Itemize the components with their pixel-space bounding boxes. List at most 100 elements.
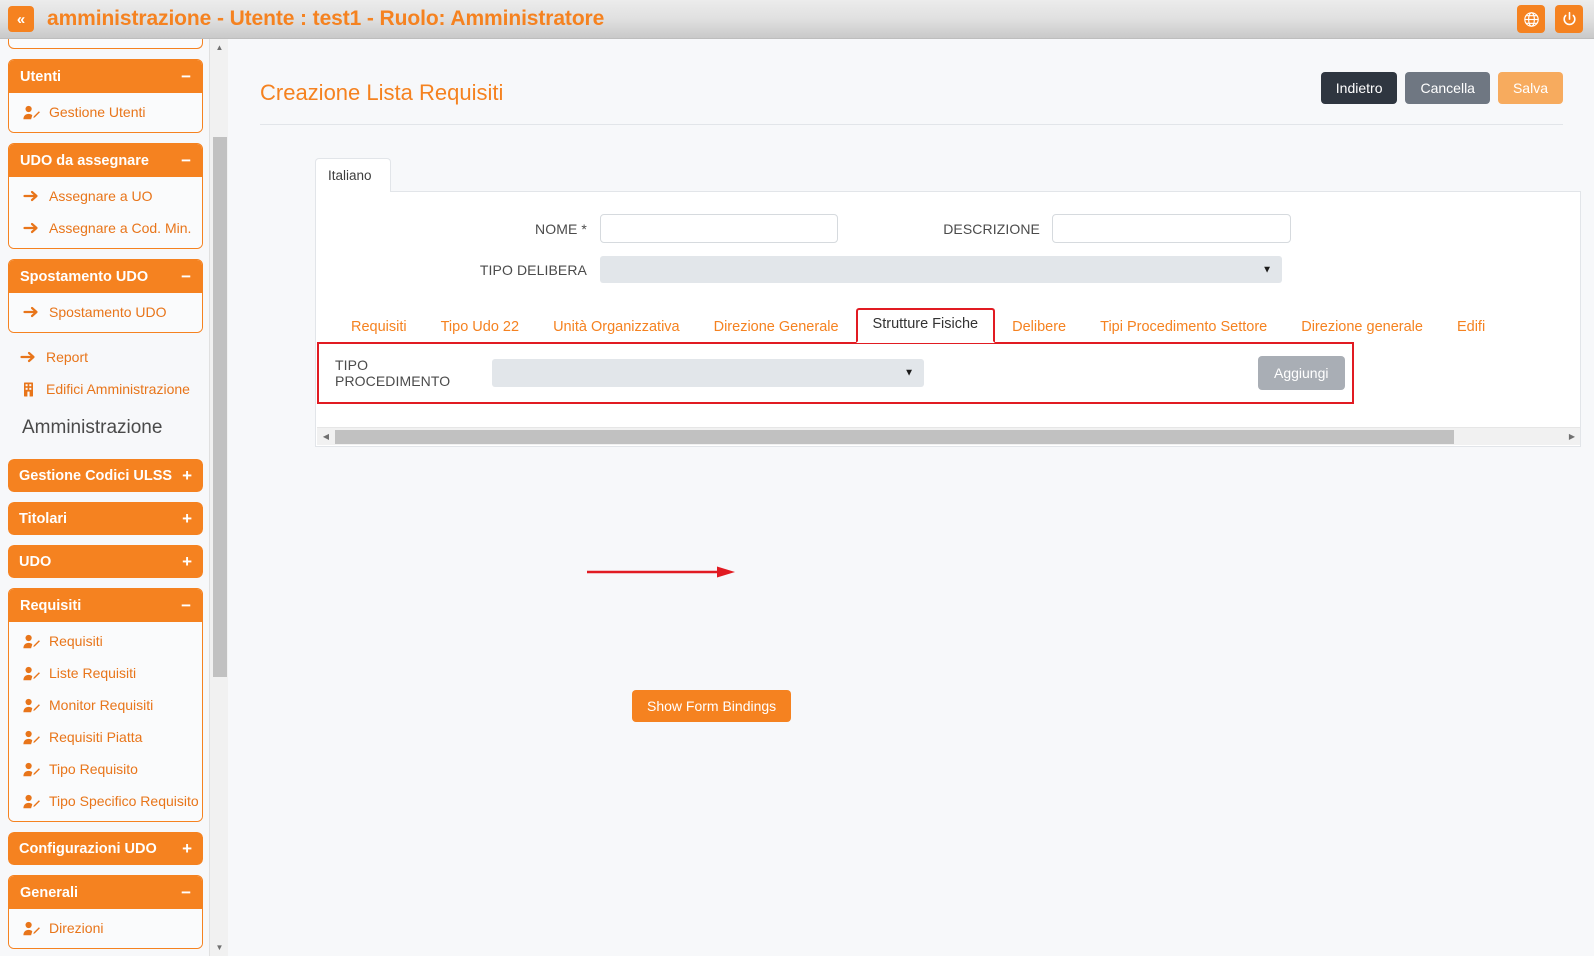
sidebar-item-requisiti[interactable]: Requisiti (9, 625, 202, 657)
sidebar-group-header-spostamento-udo[interactable]: Spostamento UDO − (9, 260, 202, 293)
sidebar-group-list-secondary: Gestione Codici ULSS + Titolari + UDO + Requis… (8, 459, 203, 949)
tab-requisiti[interactable]: Requisiti (334, 313, 424, 343)
sidebar-group-header-utenti[interactable]: Utenti − (9, 60, 202, 93)
tab-strutture-fisiche[interactable]: Strutture Fisiche (855, 308, 996, 343)
app-title: amministrazione - Utente : test1 - Ruolo… (47, 7, 605, 30)
descrizione-label: DESCRIZIONE (943, 220, 1040, 237)
user-edit-icon (23, 698, 40, 713)
sidebar-item-gestione-utenti[interactable]: Gestione Utenti (9, 96, 202, 128)
page-header: Creazione Lista Requisiti Indietro Cance… (260, 68, 1563, 125)
sidebar-scrollbar[interactable]: ▲ ▼ (209, 39, 228, 956)
sidebar-group-requisiti: Requisiti − Requisiti Liste Requisiti Monito… (8, 588, 203, 822)
scroll-down-arrow-icon[interactable]: ▼ (210, 939, 229, 956)
scroll-left-arrow-icon[interactable]: ◀ (317, 428, 335, 445)
sidebar-group-header-generali[interactable]: Generali − (9, 876, 202, 909)
tab-direzione-generale[interactable]: Direzione Generale (697, 313, 856, 343)
scroll-right-arrow-icon[interactable]: ▶ (1563, 428, 1580, 445)
tipo-delibera-select[interactable]: ▼ (600, 256, 1282, 283)
sidebar-group-title: Utenti (20, 68, 62, 85)
salva-button[interactable]: Salva (1497, 72, 1563, 104)
sidebar-group-configurazioni-udo: Configurazioni UDO + (8, 832, 203, 865)
aggiungi-button[interactable]: Aggiungi (1258, 356, 1345, 390)
sidebar: Utenti − Gestione Utenti UDO da assegnare − A… (0, 39, 228, 956)
sidebar-group-gestione-codici-ulss: Gestione Codici ULSS + (8, 459, 203, 492)
nome-input[interactable] (600, 214, 838, 243)
toggle-sign-icon: + (182, 509, 192, 528)
sidebar-partial-panel-top (8, 39, 203, 49)
sidebar-group-header-requisiti[interactable]: Requisiti − (9, 589, 202, 622)
descrizione-input[interactable] (1052, 214, 1291, 243)
sidebar-group-body-requisiti: Requisiti Liste Requisiti Monitor Requisit… (9, 622, 202, 821)
scroll-up-arrow-icon[interactable]: ▲ (210, 39, 229, 56)
sidebar-item-requisiti-piatta[interactable]: Requisiti Piatta (9, 721, 202, 753)
sidebar-item-monitor-requisiti[interactable]: Monitor Requisiti (9, 689, 202, 721)
indietro-button[interactable]: Indietro (1320, 72, 1398, 104)
tab-unit-organizzativa[interactable]: Unità Organizzativa (536, 313, 697, 343)
tab-tipi-procedimento-settore[interactable]: Tipi Procedimento Settore (1083, 313, 1284, 343)
sidebar-item-spostamento-udo[interactable]: Spostamento UDO (9, 296, 202, 328)
tab-label: Direzione generale (1301, 319, 1423, 335)
sidebar-item-edifici-amministrazione[interactable]: Edifici Amministrazione (8, 373, 203, 405)
sidebar-item-report[interactable]: Report (8, 341, 203, 373)
tab-italiano[interactable]: Italiano (315, 158, 391, 192)
card-scrollbar-thumb[interactable] (335, 430, 1454, 444)
annotation-arrow-icon (587, 566, 735, 578)
sidebar-section-title: Amministrazione (22, 417, 163, 438)
arrow-right-icon (23, 221, 40, 236)
user-edit-icon (23, 634, 40, 649)
tab-panel-wrapper: TIPO PROCEDIMENTO ▼ Aggiungi (317, 342, 1580, 426)
sidebar-group-header-udo[interactable]: UDO + (8, 545, 203, 578)
sidebar-item-label: Assegnare a UO (49, 188, 153, 204)
sidebar-group-header-configurazioni-udo[interactable]: Configurazioni UDO + (8, 832, 203, 865)
sidebar-group-header-gestione-codici-ulss[interactable]: Gestione Codici ULSS + (8, 459, 203, 492)
sidebar-item-direzioni[interactable]: Direzioni (9, 912, 202, 944)
page-action-buttons: Indietro Cancella Salva (1320, 72, 1563, 104)
tab-label: Tipi Procedimento Settore (1100, 319, 1268, 335)
sidebar-group-udo-da-assegnare: UDO da assegnare − Assegnare a UO Assegnare… (8, 143, 203, 249)
arrow-right-icon (23, 189, 40, 204)
sidebar-item-label: Gestione Utenti (49, 104, 146, 120)
cancella-button[interactable]: Cancella (1405, 72, 1490, 104)
sidebar-item-assegnare-a-cod-min[interactable]: Assegnare a Cod. Min. (9, 212, 202, 244)
tipo-procedimento-label: TIPO PROCEDIMENTO (335, 357, 451, 389)
tab-tipo-udo-22[interactable]: Tipo Udo 22 (424, 313, 536, 343)
tab-label: Strutture Fisiche (872, 316, 979, 332)
user-edit-icon (23, 794, 40, 809)
card-horizontal-scrollbar[interactable]: ◀ ▶ (317, 427, 1580, 445)
globe-icon[interactable] (1517, 5, 1545, 33)
sidebar-group-title: Requisiti (20, 597, 82, 614)
sidebar-item-label: Spostamento UDO (49, 304, 167, 320)
tab-edifi[interactable]: Edifi (1440, 313, 1502, 343)
sidebar-collapse-button[interactable]: « (8, 6, 34, 32)
sidebar-item-label: Direzioni (49, 920, 104, 936)
sidebar-item-label: Tipo Specifico Requisito (49, 793, 199, 809)
top-bar: « amministrazione - Utente : test1 - Ruo… (0, 0, 1594, 39)
sidebar-item-label: Tipo Requisito (49, 761, 138, 777)
power-icon[interactable] (1555, 5, 1583, 33)
sidebar-group-title: UDO (19, 553, 52, 570)
tab-strip: Requisiti Tipo Udo 22 Unità Organizzativa D… (334, 308, 1580, 343)
sidebar-item-assegnare-a-uo[interactable]: Assegnare a UO (9, 180, 202, 212)
sidebar-scrollbar-thumb[interactable] (213, 137, 227, 677)
sidebar-item-label: Requisiti Piatta (49, 729, 143, 745)
toggle-sign-icon: − (181, 67, 191, 86)
sidebar-group-spostamento-udo: Spostamento UDO − Spostamento UDO (8, 259, 203, 333)
tab-direzione-generale[interactable]: Direzione generale (1284, 313, 1440, 343)
show-form-bindings-button[interactable]: Show Form Bindings (632, 690, 792, 722)
tab-delibere[interactable]: Delibere (995, 313, 1083, 343)
toggle-sign-icon: + (182, 552, 192, 571)
sidebar-group-header-titolari[interactable]: Titolari + (8, 502, 203, 535)
sidebar-item-tipo-requisito[interactable]: Tipo Requisito (9, 753, 202, 785)
sidebar-item-label: Monitor Requisiti (49, 697, 154, 713)
tipo-delibera-label: TIPO DELIBERA (479, 261, 587, 278)
sidebar-group-title: Configurazioni UDO (19, 840, 157, 857)
sidebar-item-tipo-specifico-requisito[interactable]: Tipo Specifico Requisito (9, 785, 202, 817)
tab-label: Delibere (1012, 319, 1067, 335)
sidebar-group-header-udo-da-assegnare[interactable]: UDO da assegnare − (9, 144, 202, 177)
user-edit-icon (23, 762, 40, 777)
sidebar-item-liste-requisiti[interactable]: Liste Requisiti (9, 657, 202, 689)
sidebar-scroll-content: Utenti − Gestione Utenti UDO da assegnare − A… (0, 39, 211, 956)
sidebar-standalone-items: Report Edifici Amministrazione (8, 333, 203, 405)
form-row-nome-descrizione: NOME * DESCRIZIONE (316, 192, 1580, 243)
tipo-procedimento-select[interactable]: ▼ (492, 359, 924, 387)
